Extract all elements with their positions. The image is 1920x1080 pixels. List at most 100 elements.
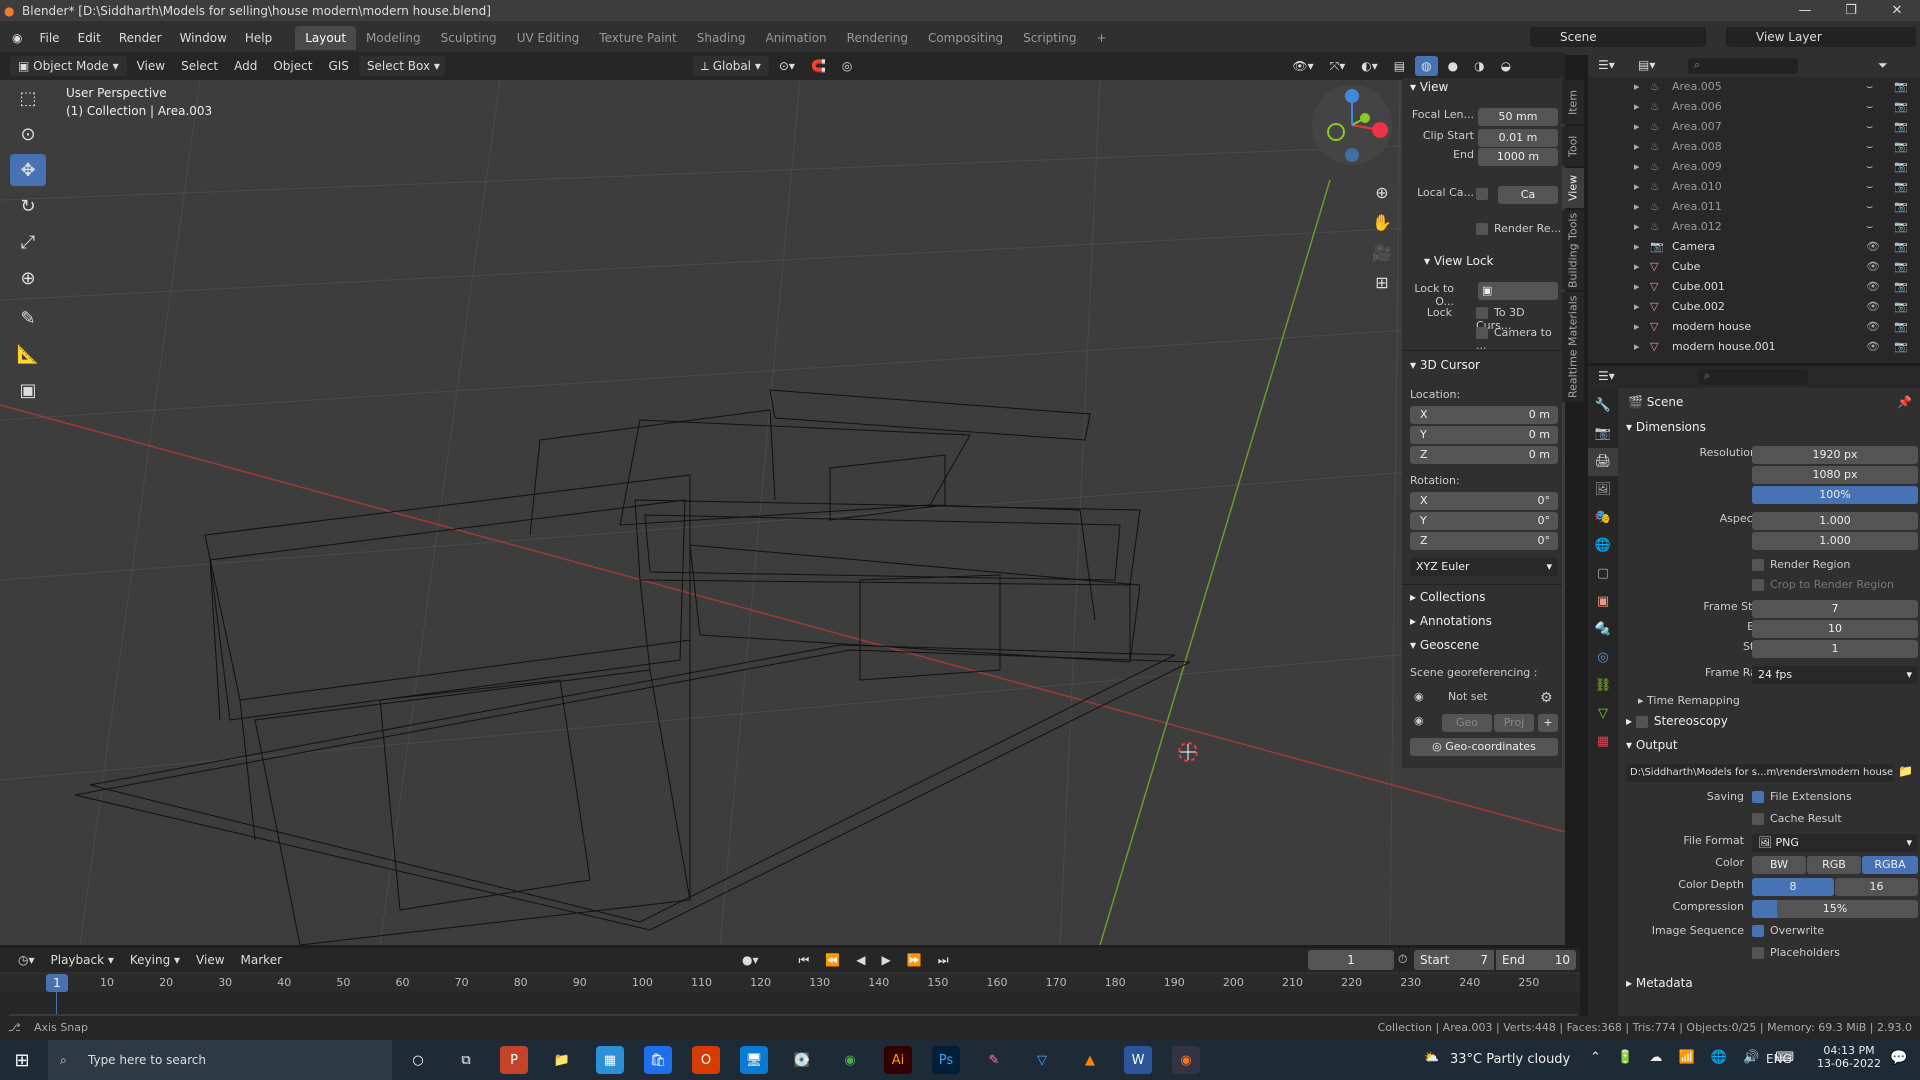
hidden-eye-icon[interactable]: ⌣ — [1866, 217, 1873, 237]
end-frame-field[interactable]: End 10 — [1496, 950, 1576, 970]
outliner-row[interactable]: ▸ ♨ Area.006 ⌣ 📷 — [1588, 97, 1920, 117]
pin-icon[interactable]: 📌 — [1897, 388, 1912, 416]
hidden-eye-icon[interactable]: ⌣ — [1866, 197, 1873, 217]
expand-icon[interactable]: ▸ — [1634, 337, 1640, 357]
hidden-eye-icon[interactable]: ⌣ — [1866, 97, 1873, 117]
keying-menu[interactable]: Keying ▾ — [124, 950, 186, 970]
eye-icon[interactable]: 👁 — [1866, 257, 1880, 277]
outliner-row[interactable]: ▸ ▽ modern house 👁 📷 — [1588, 317, 1920, 337]
outliner-row[interactable]: ▸ ♨ Area.011 ⌣ 📷 — [1588, 197, 1920, 217]
outliner-row[interactable]: ▸ ♨ Area.008 ⌣ 📷 — [1588, 137, 1920, 157]
outliner-row[interactable]: ▸ ♨ Area.009 ⌣ 📷 — [1588, 157, 1920, 177]
dimensions-header[interactable]: ▾ Dimensions — [1626, 420, 1706, 434]
outliner-search-input[interactable]: ⌕ — [1688, 58, 1798, 74]
render-camera-icon[interactable]: 📷 — [1894, 137, 1908, 157]
weather-text[interactable]: 33°C Partly cloudy — [1450, 1052, 1570, 1067]
task-view-icon[interactable]: ⧉ — [452, 1046, 480, 1074]
color-rgba-button[interactable]: RGBA — [1862, 856, 1918, 874]
frame-start-field[interactable]: 7 — [1752, 600, 1918, 618]
timeline-view-menu[interactable]: View — [190, 950, 230, 970]
app-icon[interactable]: ▦ — [596, 1046, 624, 1074]
color-bw-button[interactable]: BW — [1752, 856, 1806, 874]
rotation-mode-dropdown[interactable]: XYZ Euler ▾ — [1410, 558, 1558, 576]
menu-render[interactable]: Render — [110, 27, 171, 49]
blender-taskbar-icon[interactable]: ◉ — [1172, 1046, 1200, 1074]
outliner-row[interactable]: ▸ ♨ Area.012 ⌣ 📷 — [1588, 217, 1920, 237]
properties-editor-type-icon[interactable]: ☰▾ — [1598, 369, 1615, 383]
marker-menu[interactable]: Marker — [235, 950, 288, 970]
local-camera-checkbox[interactable] — [1476, 188, 1488, 200]
expand-icon[interactable]: ▸ — [1634, 157, 1640, 177]
select-box-tool-icon[interactable]: ⬚ — [10, 82, 46, 114]
powerpoint-icon[interactable]: P — [500, 1046, 528, 1074]
weather-icon[interactable]: ⛅ — [1424, 1050, 1439, 1064]
file-format-dropdown[interactable]: 🖼 PNG ▾ — [1752, 834, 1918, 852]
3d-viewport[interactable]: ⊕ ✋ 🎥 ⊞ — [0, 80, 1565, 945]
add-cube-tool-icon[interactable]: ▣ — [10, 374, 46, 406]
pivot-icon[interactable]: ⊙▾ — [773, 56, 801, 76]
playhead-marker[interactable]: 1 — [46, 974, 68, 992]
placeholders-toggle[interactable]: Placeholders — [1752, 946, 1840, 959]
clip-end-field[interactable]: 1000 m — [1478, 148, 1558, 166]
outliner-row[interactable]: ▸ ▽ Cube.001 👁 📷 — [1588, 277, 1920, 297]
menu-view[interactable]: View — [131, 56, 171, 76]
tab-animation[interactable]: Animation — [755, 26, 836, 50]
outliner-row[interactable]: ▸ ▽ Cube.002 👁 📷 — [1588, 297, 1920, 317]
lock-camera-toggle[interactable]: Camera to ... — [1476, 326, 1562, 352]
render-camera-icon[interactable]: 📷 — [1894, 317, 1908, 337]
rotate-tool-icon[interactable]: ↻ — [10, 190, 46, 222]
stereoscopy-header[interactable]: ▸ Stereoscopy — [1626, 714, 1728, 728]
menu-edit[interactable]: Edit — [69, 27, 110, 49]
view-section-header[interactable]: ▾ View — [1410, 80, 1448, 94]
pan-hand-icon[interactable]: ✋ — [1372, 208, 1392, 238]
cache-result-toggle[interactable]: Cache Result — [1752, 812, 1842, 825]
filter-icon[interactable]: ⏷ — [1878, 58, 1888, 73]
taskbar-search-input[interactable]: ⌕ Type here to search — [48, 1040, 392, 1080]
expand-icon[interactable]: ▸ — [1634, 97, 1640, 117]
outliner-row[interactable]: ▸ ▽ Cube 👁 📷 — [1588, 257, 1920, 277]
camera-view-icon[interactable]: 🎥 — [1372, 238, 1392, 268]
expand-icon[interactable]: ▸ — [1634, 137, 1640, 157]
windows-start-icon[interactable]: ⊞ — [8, 1046, 36, 1074]
output-props-icon[interactable]: 🖨 — [1588, 448, 1618, 476]
word-icon[interactable]: W — [1124, 1046, 1152, 1074]
resolution-x-field[interactable]: 1920 px — [1752, 446, 1918, 464]
cursor-loc-x-field[interactable]: X 0 m — [1410, 406, 1558, 424]
view-layer-selector[interactable]: View Layer — [1726, 27, 1916, 47]
render-props-icon[interactable]: 📷 — [1588, 420, 1618, 448]
menu-gis[interactable]: GIS — [322, 56, 354, 76]
georef-settings-gear-icon[interactable]: ⚙ — [1540, 690, 1553, 706]
render-camera-icon[interactable]: 📷 — [1894, 237, 1908, 257]
outliner-row[interactable]: ▸ ♨ Area.010 ⌣ 📷 — [1588, 177, 1920, 197]
render-camera-icon[interactable]: 📷 — [1894, 337, 1908, 357]
depth-16-button[interactable]: 16 — [1835, 878, 1918, 896]
data-props-icon[interactable]: ▽ — [1588, 700, 1618, 728]
tab-shading[interactable]: Shading — [687, 26, 756, 50]
vectorworks-icon[interactable]: ▽ — [1028, 1046, 1056, 1074]
store-icon[interactable]: 🛍 — [644, 1046, 672, 1074]
outliner-row[interactable]: ▸ ♨ Area.007 ⌣ 📷 — [1588, 117, 1920, 137]
view-lock-header[interactable]: ▾ View Lock — [1424, 254, 1494, 268]
expand-icon[interactable]: ▸ — [1634, 177, 1640, 197]
expand-icon[interactable]: ▸ — [1634, 77, 1640, 97]
scene-props-icon[interactable]: 🎭 — [1588, 504, 1618, 532]
tab-view[interactable]: View — [1562, 168, 1584, 208]
notification-icon[interactable]: 💬 — [1890, 1050, 1907, 1066]
tab-tool[interactable]: Tool — [1562, 126, 1584, 166]
frame-ruler[interactable]: 1 10 20 30 40 50 60 70 80 90 100 110 120 130 140 150 16… — [0, 974, 1580, 992]
app-sketch-icon[interactable]: ✎ — [980, 1046, 1008, 1074]
measure-tool-icon[interactable]: 📐 — [10, 338, 46, 370]
folder-icon[interactable]: 📁 — [1898, 764, 1913, 778]
preview-range-clock-icon[interactable]: ⏱ — [1398, 952, 1407, 967]
current-frame-field[interactable]: 1 — [1308, 950, 1394, 970]
tab-layout[interactable]: Layout — [295, 26, 357, 50]
navigation-gizmo[interactable] — [1312, 85, 1392, 165]
add-workspace-icon[interactable]: + — [1087, 26, 1117, 50]
render-camera-icon[interactable]: 📷 — [1894, 297, 1908, 317]
add-proj-icon[interactable]: + — [1538, 714, 1558, 732]
expand-icon[interactable]: ▸ — [1634, 237, 1640, 257]
hidden-eye-icon[interactable]: ⌣ — [1866, 117, 1873, 137]
texture-props-icon[interactable]: ▦ — [1588, 728, 1618, 756]
clock[interactable]: 04:13 PM 13-06-2022 — [1814, 1044, 1884, 1070]
play-icon[interactable]: ▶ — [876, 950, 897, 970]
